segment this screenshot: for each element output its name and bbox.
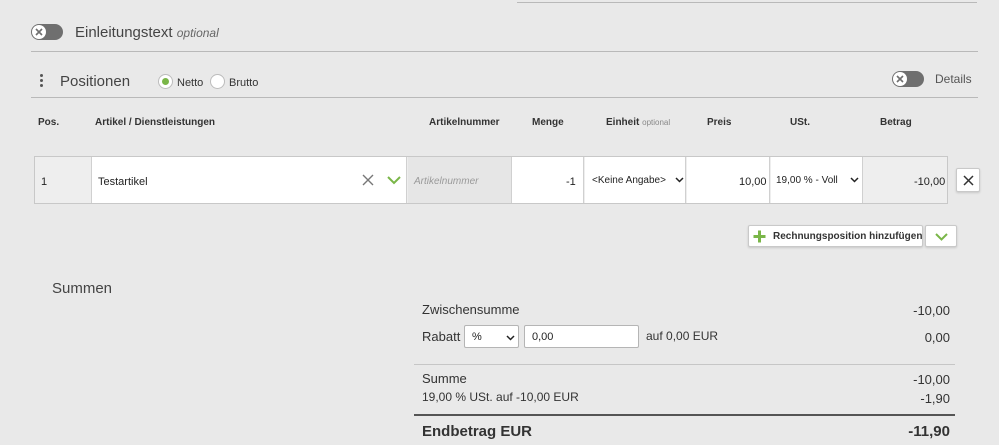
chevron-down-icon[interactable] (387, 176, 401, 185)
remove-row-button[interactable] (956, 168, 980, 192)
positions-divider (31, 97, 978, 98)
toggle-knob (32, 25, 46, 39)
details-toggle[interactable] (892, 71, 924, 87)
intro-toggle[interactable] (31, 24, 63, 40)
einheit-value: <Keine Angabe> (592, 175, 666, 186)
rabatt-auf-label: auf 0,00 EUR (646, 329, 719, 343)
preis-value: 10,00 (739, 176, 767, 188)
top-divider (517, 2, 977, 3)
zwischensumme-label: Zwischensumme (422, 302, 520, 317)
rabatt-input-value: 0,00 (532, 331, 554, 343)
chevron-down-icon (506, 335, 515, 341)
clear-icon[interactable] (362, 174, 374, 186)
rabatt-type-value: % (472, 331, 482, 343)
plus-icon (753, 230, 766, 243)
rabatt-type-select[interactable]: % (464, 325, 519, 348)
rabatt-input[interactable]: 0,00 (524, 325, 639, 348)
drag-handle-icon[interactable] (40, 74, 43, 87)
chevron-down-icon (935, 233, 948, 241)
header-einheit-optional: optional (642, 118, 671, 127)
close-icon (35, 28, 43, 36)
zwischensumme-value: -10,00 (913, 303, 950, 318)
intro-title: Einleitungstext optional (75, 24, 219, 41)
summen-title: Summen (52, 280, 113, 297)
endbetrag-divider (414, 414, 955, 416)
netto-radio[interactable] (158, 74, 173, 89)
header-artikel: Artikel / Dienstleistungen (95, 117, 216, 128)
summe-value: -10,00 (913, 372, 950, 387)
row-pos: 1 (41, 176, 48, 188)
betrag-value: -10,00 (914, 176, 946, 188)
details-label: Details (935, 72, 972, 86)
add-position-label: Rechnungsposition hinzufügen (773, 231, 923, 242)
header-einheit-label: Einheit (606, 117, 640, 128)
artikelnummer-placeholder: Artikelnummer (414, 176, 479, 187)
netto-label: Netto (177, 77, 204, 89)
header-betrag: Betrag (880, 117, 912, 128)
artikel-value: Testartikel (98, 176, 148, 188)
header-artikelnummer: Artikelnummer (429, 117, 500, 128)
close-icon (896, 75, 904, 83)
chevron-down-icon (675, 177, 684, 183)
header-einheit: Einheit optional (606, 117, 670, 128)
intro-divider (31, 51, 978, 52)
header-ust: USt. (790, 117, 810, 128)
close-icon (963, 175, 974, 186)
intro-optional-label: optional (176, 26, 219, 40)
header-preis: Preis (707, 117, 732, 128)
rabatt-label: Rabatt (422, 329, 461, 344)
toggle-knob (893, 72, 907, 86)
brutto-label: Brutto (229, 77, 259, 89)
menge-value: -1 (566, 176, 576, 188)
add-position-dropdown[interactable] (925, 225, 957, 247)
ust-value: 19,00 % - Voll (776, 175, 838, 186)
summen-divider (414, 364, 955, 365)
brutto-radio[interactable] (210, 74, 225, 89)
positions-title: Positionen (60, 73, 131, 90)
ust-sum-value: -1,90 (920, 391, 950, 406)
header-pos: Pos. (38, 117, 60, 128)
rabatt-value: 0,00 (924, 330, 950, 345)
intro-title-label: Einleitungstext (75, 24, 173, 41)
header-menge: Menge (532, 117, 564, 128)
endbetrag-label: Endbetrag EUR (422, 423, 533, 440)
summe-label: Summe (422, 371, 467, 386)
endbetrag-value: -11,90 (908, 423, 950, 440)
chevron-down-icon (850, 177, 859, 183)
ust-sum-label: 19,00 % USt. auf -10,00 EUR (422, 390, 579, 404)
add-position-button[interactable]: Rechnungsposition hinzufügen (748, 225, 923, 247)
